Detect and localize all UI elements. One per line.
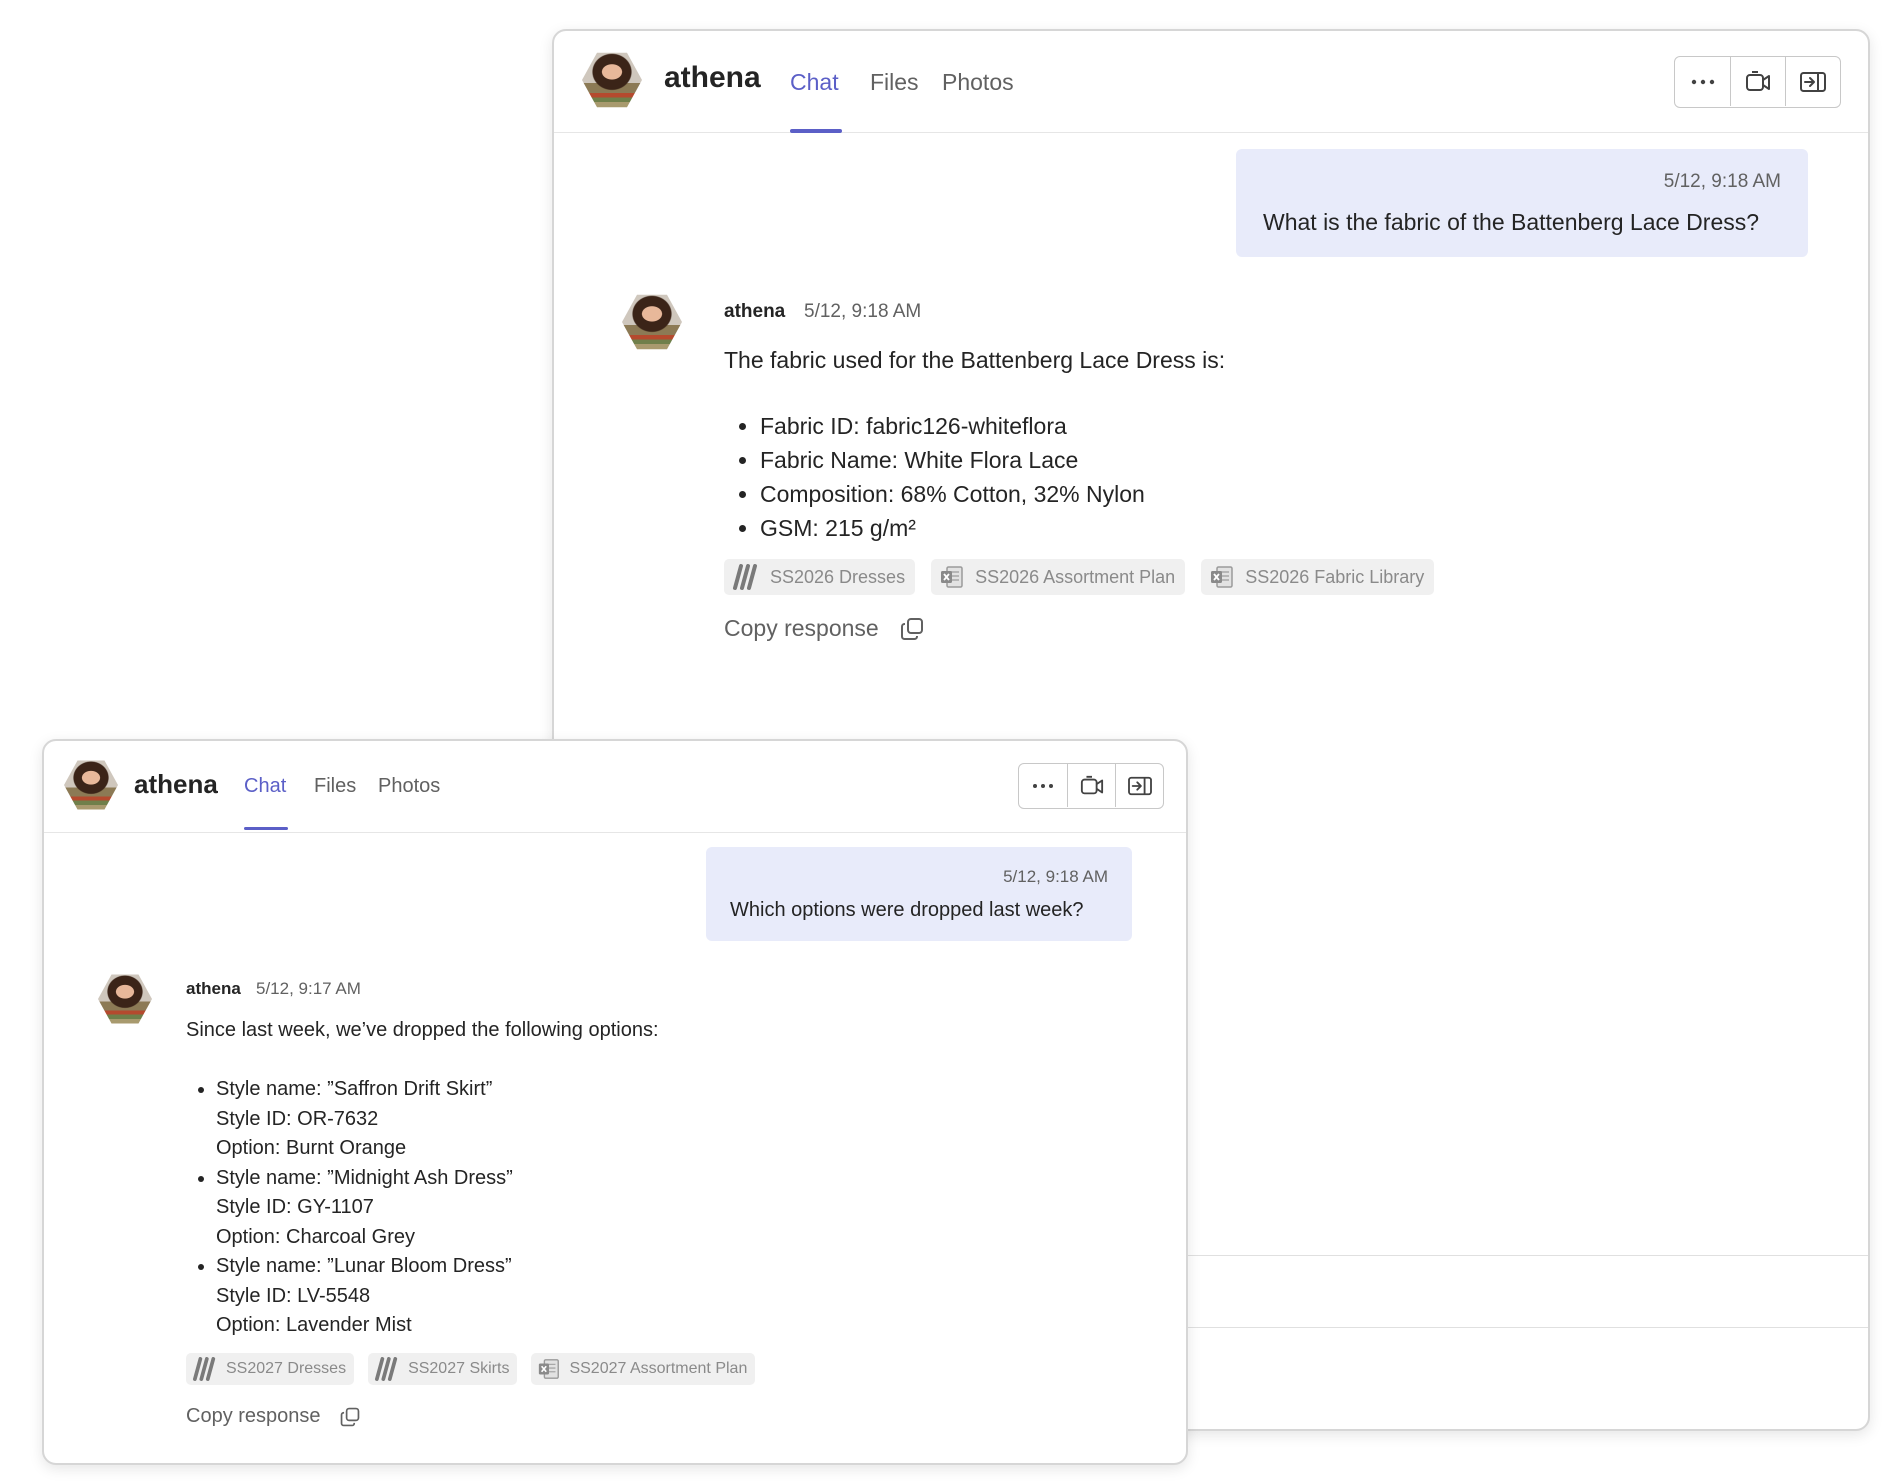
- style-name: Style name: ”Midnight Ash Dress”: [216, 1166, 513, 1189]
- header-actions: [1018, 763, 1164, 809]
- tab-active-indicator: [790, 129, 842, 133]
- chat-title: athena: [134, 769, 218, 799]
- user-message: 5/12, 9:18 AM What is the fabric of the …: [1236, 149, 1808, 257]
- list-item: Style name: ”Saffron Drift Skirt” Style …: [216, 1075, 513, 1164]
- tab-files[interactable]: Files: [314, 775, 356, 798]
- source-chip-ss2026-fabric-library[interactable]: SS2026 Fabric Library: [1201, 559, 1435, 595]
- bot-message-time: 5/12, 9:17 AM: [256, 979, 361, 998]
- source-chip-label: SS2027 Dresses: [226, 1360, 347, 1377]
- source-chip-label: SS2027 Skirts: [408, 1360, 510, 1377]
- copy-icon: [900, 617, 923, 640]
- copy-response-label: Copy response: [724, 615, 879, 641]
- more-options-icon: [1033, 783, 1053, 788]
- style-option: Option: Charcoal Grey: [216, 1225, 415, 1248]
- chat-header: athena Chat Files Photos: [554, 31, 1868, 133]
- style-id: Style ID: OR-7632: [216, 1107, 379, 1130]
- video-call-button[interactable]: [1730, 57, 1785, 106]
- source-chip-ss2026-dresses[interactable]: SS2026 Dresses: [724, 559, 916, 595]
- header-actions: [1674, 56, 1841, 108]
- style-option: Option: Burnt Orange: [216, 1137, 407, 1159]
- list-item: Composition: 68% Cotton, 32% Nylon: [760, 477, 1145, 511]
- athena-avatar: [64, 760, 118, 810]
- dropped-options-list: Style name: ”Saffron Drift Skirt” Style …: [186, 1075, 513, 1341]
- style-option: Option: Lavender Mist: [216, 1314, 412, 1336]
- more-options-button[interactable]: [1019, 764, 1067, 807]
- style-id: Style ID: GY-1107: [216, 1196, 374, 1218]
- source-chip-ss2027-skirts[interactable]: SS2027 Skirts: [368, 1353, 518, 1385]
- source-chip-ss2026-assortment-plan[interactable]: SS2026 Assortment Plan: [931, 559, 1186, 595]
- athena-avatar: [622, 294, 682, 350]
- chat-window-front: athena Chat Files Photos 5/12, 9:18 AM W…: [42, 739, 1188, 1465]
- user-message-text: What is the fabric of the Battenberg Lac…: [1263, 209, 1760, 235]
- list-item: Style name: ”Lunar Bloom Dress” Style ID…: [216, 1252, 513, 1341]
- user-message-time: 5/12, 9:18 AM: [1003, 867, 1108, 886]
- bot-message-time: 5/12, 9:18 AM: [804, 301, 922, 322]
- list-item: GSM: 215 g/m²: [760, 511, 1145, 545]
- style-name: Style name: ”Saffron Drift Skirt”: [216, 1078, 493, 1100]
- source-chip-ss2027-assortment-plan[interactable]: SS2027 Assortment Plan: [531, 1353, 756, 1385]
- style-id: Style ID: LV-5548: [216, 1284, 371, 1307]
- video-call-icon: [1080, 775, 1103, 794]
- source-chip-label: SS2026 Dresses: [770, 566, 906, 587]
- source-chip-label: SS2026 Fabric Library: [1245, 566, 1425, 587]
- tab-chat[interactable]: Chat: [244, 775, 286, 798]
- list-item: Fabric ID: fabric126-whiteflora: [760, 409, 1145, 443]
- copy-icon: [340, 1407, 359, 1426]
- list-item: Fabric Name: White Flora Lace: [760, 443, 1145, 477]
- tab-photos[interactable]: Photos: [378, 775, 440, 798]
- source-chips: SS2027 Dresses SS2027 Skirts SS2027 Asso…: [186, 1353, 756, 1385]
- video-call-icon: [1746, 70, 1770, 91]
- source-chip-label: SS2026 Assortment Plan: [975, 566, 1176, 587]
- open-side-panel-icon: [1127, 776, 1152, 795]
- fabric-details-list: Fabric ID: fabric126-whiteflora Fabric N…: [728, 409, 1145, 545]
- athena-avatar: [582, 52, 642, 108]
- athena-avatar: [98, 974, 152, 1024]
- copy-response-label: Copy response: [186, 1405, 321, 1427]
- user-message: 5/12, 9:18 AM Which options were dropped…: [706, 847, 1132, 941]
- stripes-logo-icon: [190, 1357, 220, 1381]
- copy-response-button[interactable]: Copy response: [724, 615, 925, 642]
- more-options-button[interactable]: [1675, 57, 1730, 106]
- tab-active-indicator: [244, 827, 288, 830]
- stripes-logo-icon: [730, 564, 762, 590]
- chat-title: athena: [664, 61, 761, 94]
- open-side-panel-icon: [1800, 71, 1826, 92]
- style-name: Style name: ”Lunar Bloom Dress”: [216, 1255, 512, 1277]
- source-chips: SS2026 Dresses SS2026 Assortment Plan SS…: [724, 559, 1435, 595]
- user-message-time: 5/12, 9:18 AM: [1663, 171, 1781, 192]
- bot-sender-name: athena: [186, 979, 241, 998]
- copy-response-button[interactable]: Copy response: [186, 1405, 361, 1428]
- stripes-logo-icon: [372, 1357, 402, 1381]
- excel-file-icon: [535, 1357, 563, 1381]
- tab-photos[interactable]: Photos: [942, 69, 1014, 96]
- tab-files[interactable]: Files: [870, 69, 919, 96]
- excel-file-icon: [937, 564, 967, 590]
- user-message-text: Which options were dropped last week?: [730, 899, 1084, 921]
- bot-message-intro: The fabric used for the Battenberg Lace …: [724, 347, 1226, 373]
- chat-header: athena Chat Files Photos: [44, 741, 1186, 833]
- bot-message-intro: Since last week, we’ve dropped the follo…: [186, 1019, 659, 1041]
- source-chip-ss2027-dresses[interactable]: SS2027 Dresses: [186, 1353, 355, 1385]
- excel-file-icon: [1207, 564, 1237, 590]
- more-options-icon: [1691, 79, 1714, 84]
- bot-sender-name: athena: [724, 301, 786, 322]
- video-call-button[interactable]: [1067, 764, 1115, 807]
- list-item: Style name: ”Midnight Ash Dress” Style I…: [216, 1164, 513, 1253]
- side-panel-button[interactable]: [1785, 57, 1840, 106]
- side-panel-button[interactable]: [1115, 764, 1163, 807]
- tab-chat[interactable]: Chat: [790, 69, 839, 96]
- source-chip-label: SS2027 Assortment Plan: [569, 1360, 748, 1377]
